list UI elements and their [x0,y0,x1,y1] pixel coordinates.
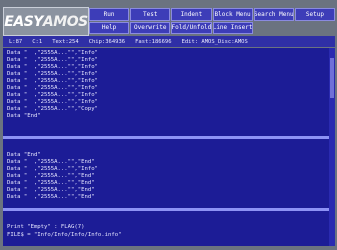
status-fast: Fast:186696 [135,38,172,45]
logo-amos: AMOS [42,13,88,30]
code-line: Data "End" [7,152,41,158]
vertical-scrollbar[interactable] [329,48,335,246]
app-window: EASY AMOS Run Test Indent Block Menu Sea… [0,0,337,250]
scroll-thumb[interactable] [330,58,334,98]
separator-bar [3,136,335,139]
indent-button[interactable]: Indent [171,8,212,21]
status-col: C:1 [32,38,43,45]
code-line: Data " ,"2555A..."","Info" [7,166,98,172]
code-line: Data " ,"2555A..."","End" [7,187,95,193]
logo-easy: EASY [4,13,43,30]
code-editor[interactable]: Data " ,"2555A..."","Info" Data " ,"2555… [3,48,335,246]
status-bar: L:87 C:1 Text:254 Chip:364936 Fast:18669… [3,36,335,47]
status-edit: Edit: AMOS_Disc:AMOS [181,38,248,45]
run-button[interactable]: Run [89,8,130,21]
code-line: Data " ,"2555A..."","Info" [7,85,98,91]
code-line: Data " ,"2555A..."","End" [7,159,95,165]
code-line: Data " ,"2555A..."","Info" [7,71,98,77]
code-line: Data " ,"2555A..."","Info" [7,92,98,98]
code-line: Data " ,"2555A..."","Info" [7,64,98,70]
code-line: Data " ,"2555A..."","Info" [7,50,98,56]
line-insert-button[interactable]: Line Insert [212,21,253,34]
code-line: Data " ,"2555A..."","Info" [7,57,98,63]
status-line: L:87 [9,38,23,45]
status-text: Text:254 [52,38,79,45]
code-line: Data " ,"2555A..."","End" [7,180,95,186]
separator-bar [3,208,335,211]
status-chip: Chip:364936 [88,38,126,45]
code-line: Data " ,"2555A..."","Info" [7,78,98,84]
code-line: FILE$ = "Info/Info/Info/Info.info" [7,232,122,238]
code-line: Data " ,"2555A..."","Info" [7,99,98,105]
help-button[interactable]: Help [89,21,130,34]
code-line: Data " ,"2555A..."","Copy" [7,106,98,112]
fold-unfold-button[interactable]: Fold/Unfold [171,21,212,34]
search-menu-button[interactable]: Search Menu [253,8,294,21]
toolbar: Run Test Indent Block Menu Search Menu S… [89,8,335,34]
setup-button[interactable]: Setup [294,8,335,21]
code-line: Data " ,"2555A..."","End" [7,173,95,179]
code-line: Data " ,"2555A..."","End" [7,194,95,200]
code-line: Print "Empty" : FLAG(7) [7,224,85,230]
code-line: Data "End" [7,113,41,119]
test-button[interactable]: Test [130,8,171,21]
app-logo: EASY AMOS [3,7,89,36]
overwrite-button[interactable]: Overwrite [130,21,171,34]
block-menu-button[interactable]: Block Menu [212,8,253,21]
